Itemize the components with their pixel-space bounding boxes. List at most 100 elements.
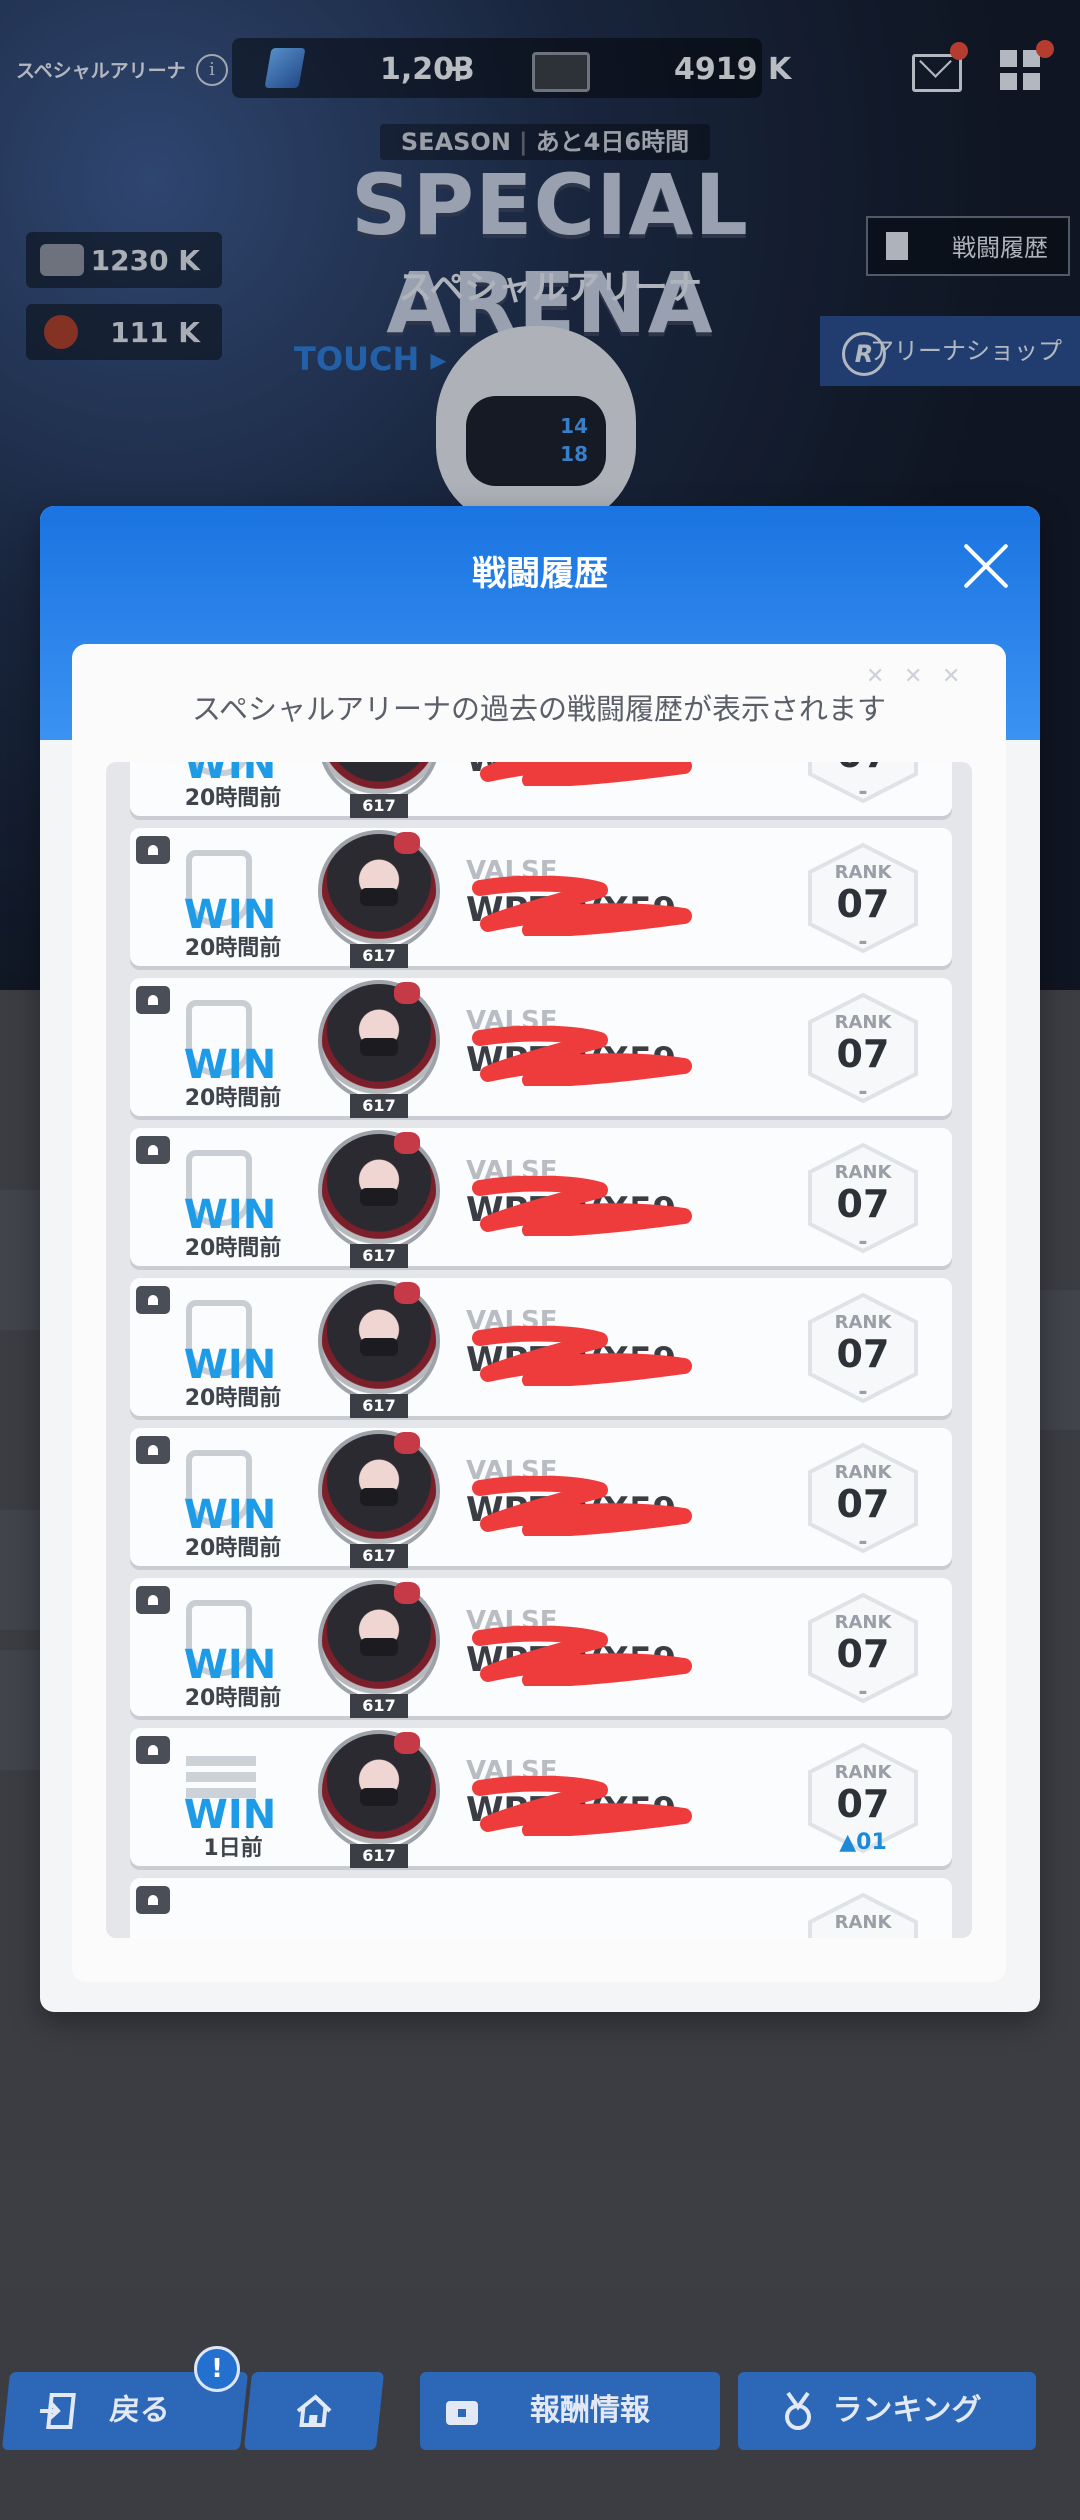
rank-badge: RANK 07 ▲01 [804,1742,922,1855]
rank-value: 07 [836,882,890,926]
rank-label: RANK [834,1912,892,1933]
rank-badge: RANK 07 - [804,762,922,805]
opponent-avatar[interactable]: 617 [310,974,448,1120]
battle-time: 20時間前 [184,786,282,811]
exit-icon [39,2393,76,2429]
avatar-ribbon [394,832,420,854]
rank-change: - [858,1230,868,1255]
chat-icon[interactable] [136,986,170,1014]
avatar-ribbon [394,1282,420,1304]
rank-label: RANK [834,1762,892,1783]
battle-time: 20時間前 [184,1386,282,1411]
rank-badge: RANK 07 - [804,1292,922,1405]
rank-change: - [858,1530,868,1555]
rank-change: - [858,930,868,955]
opponent-avatar[interactable]: 617 [310,1724,448,1870]
rank-value: 07 [836,1632,890,1676]
rank-label: RANK [834,1012,892,1033]
opponent-level: 617 [350,794,408,818]
avatar-mask [360,1488,398,1506]
history-entry[interactable]: WIN 20時間前 617 WPZEVX5 RANK 07 - [130,762,952,818]
opponent-avatar[interactable]: 617 [310,1274,448,1420]
history-card: ✕ ✕ ✕ スペシャルアリーナの過去の戦闘履歴が表示されます WIN 20時間前… [72,644,1006,1982]
redaction-scribble [472,876,692,936]
history-list[interactable]: WIN 20時間前 617 WPZEVX5 RANK 07 - WIN 20時間… [106,762,972,1938]
chat-icon[interactable] [136,1436,170,1464]
rank-value: 07 [836,1482,890,1526]
chat-icon[interactable] [136,1136,170,1164]
rank-badge: RANK 07 - [804,1592,922,1705]
chat-icon[interactable] [136,1886,170,1914]
rank-change: ▲01 [839,1830,887,1855]
opponent-level: 617 [350,1094,408,1118]
battle-time: 20時間前 [184,1086,282,1111]
history-entry[interactable]: WIN 20時間前 617 VALSE WPZEVX59 RANK 07 - [130,1278,952,1418]
redaction-scribble [472,1026,692,1086]
opponent-level: 617 [350,1244,408,1268]
ranking-button[interactable]: ランキング [738,2372,1036,2450]
alert-badge: ! [194,2346,240,2392]
rank-value: 07 [836,1182,890,1226]
battle-history-modal: 戦闘履歴 ✕ ✕ ✕ スペシャルアリーナの過去の戦闘履歴が表示されます WIN … [40,506,1040,2012]
rank-label: RANK [834,862,892,883]
avatar-ribbon [394,1582,420,1604]
avatar-mask [360,1638,398,1656]
chest-icon [446,2401,478,2425]
history-entry[interactable]: RANK [130,1878,952,1938]
history-description: スペシャルアリーナの過去の戦闘履歴が表示されます [192,692,886,726]
rank-label: RANK [834,1312,892,1333]
opponent-avatar[interactable]: 617 [310,824,448,970]
rank-label: RANK [834,1462,892,1483]
chat-icon[interactable] [136,836,170,864]
modal-title: 戦闘履歴 [472,554,608,594]
opponent-avatar[interactable]: 617 [310,1424,448,1570]
rank-label: RANK [834,1162,892,1183]
rank-value: 07 [804,762,922,776]
history-entry[interactable]: WIN 20時間前 617 VALSE WPZEVX59 RANK 07 - [130,1428,952,1568]
history-entry[interactable]: WIN 20時間前 617 VALSE WPZEVX59 RANK 07 - [130,1128,952,1268]
rank-change: - [858,1680,868,1705]
avatar-mask [360,1038,398,1056]
rank-value: 07 [836,1032,890,1076]
rank-label: RANK [834,1612,892,1633]
history-entry[interactable]: WIN 1日前 617 VALSE WPZEVX59 RANK 07 ▲01 [130,1728,952,1868]
avatar-mask [360,1188,398,1206]
battle-time: 20時間前 [184,1686,282,1711]
opponent-avatar[interactable]: 617 [310,1574,448,1720]
rank-change: - [858,1380,868,1405]
opponent-avatar[interactable]: 617 [310,762,448,820]
battle-time: 20時間前 [184,936,282,961]
opponent-level: 617 [350,1544,408,1568]
redaction-scribble [472,1626,692,1686]
medal-icon [785,2391,811,2430]
home-button[interactable] [243,2372,385,2450]
redaction-scribble [472,1326,692,1386]
avatar-ribbon [394,1732,420,1754]
ranking-label: ランキング [832,2393,982,2428]
redaction-scribble [480,762,692,786]
opponent-avatar[interactable]: 617 [310,1124,448,1270]
avatar-mask [360,888,398,906]
chat-icon[interactable] [136,1736,170,1764]
history-entry[interactable]: WIN 20時間前 617 VALSE WPZEVX59 RANK 07 - [130,828,952,968]
home-icon [296,2394,332,2427]
redaction-scribble [472,1176,692,1236]
rank-badge: RANK [804,1892,922,1938]
redaction-scribble [472,1476,692,1536]
avatar-mask [360,1338,398,1356]
chat-icon[interactable] [136,1586,170,1614]
rewards-info-button[interactable]: 報酬情報 [420,2372,720,2450]
battle-time: 20時間前 [184,1236,282,1261]
rewards-info-label: 報酬情報 [530,2393,650,2428]
chat-icon[interactable] [136,1286,170,1314]
battle-time: 1日前 [203,1836,263,1861]
rank-badge: RANK 07 - [804,842,922,955]
opponent-level: 617 [350,944,408,968]
history-entry[interactable]: WIN 20時間前 617 VALSE WPZEVX59 RANK 07 - [130,1578,952,1718]
close-button[interactable] [956,536,1016,596]
history-entry[interactable]: WIN 20時間前 617 VALSE WPZEVX59 RANK 07 - [130,978,952,1118]
avatar-ribbon [394,1432,420,1454]
avatar-mask [360,1788,398,1806]
avatar-ribbon [394,982,420,1004]
avatar-ribbon [394,1132,420,1154]
